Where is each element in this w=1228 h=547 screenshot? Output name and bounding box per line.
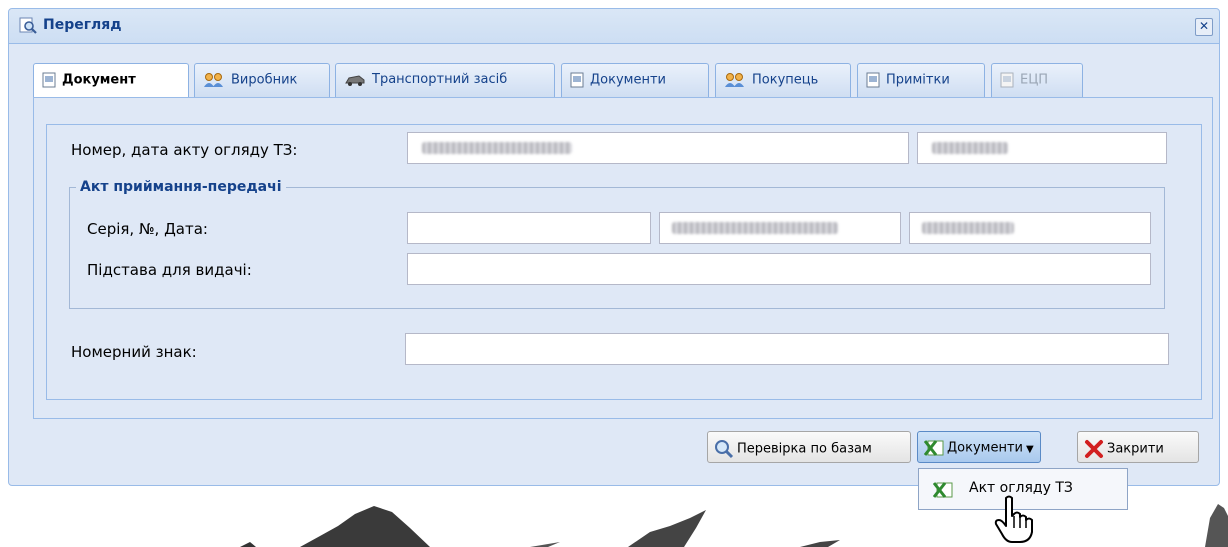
car-icon	[345, 74, 365, 86]
magnifier-icon	[715, 440, 734, 459]
act-date-field[interactable]	[909, 212, 1151, 244]
inspection-act-date-field[interactable]	[917, 132, 1167, 164]
tab-manufacturer[interactable]: Виробник	[194, 63, 330, 97]
users-icon	[725, 73, 744, 87]
document-icon	[1000, 72, 1014, 88]
background-image-fragment	[240, 504, 1228, 547]
check-databases-button[interactable]: Перевірка по базам	[707, 431, 911, 463]
close-window-button[interactable]: ✕	[1195, 18, 1213, 36]
acceptance-transfer-group: Акт приймання-передачі	[69, 179, 1165, 309]
magnifier-icon	[19, 17, 37, 34]
tab-label: Примітки	[886, 72, 950, 88]
tab-documents[interactable]: Документи	[561, 63, 709, 97]
tab-label: Виробник	[231, 72, 298, 88]
tab-label: Покупець	[752, 72, 819, 88]
issuance-basis-label: Підстава для видачі:	[87, 261, 252, 279]
tab-label: Документ	[62, 72, 136, 88]
tab-document[interactable]: Документ	[33, 63, 189, 98]
document-icon	[866, 72, 880, 88]
document-icon	[42, 72, 56, 88]
tab-label: Транспортний засіб	[372, 72, 508, 87]
chevron-down-icon: ▼	[1025, 443, 1034, 455]
license-plate-field[interactable]	[405, 333, 1169, 365]
tab-label: Документи	[590, 72, 666, 88]
users-icon	[204, 73, 223, 87]
check-databases-label: Перевірка по базам	[737, 441, 872, 457]
tab-signature[interactable]: ЕЦП	[991, 63, 1083, 97]
tab-notes[interactable]: Примітки	[857, 63, 985, 97]
window-title: Перегляд	[43, 17, 122, 33]
inspection-act-label: Номер, дата акту огляду ТЗ:	[71, 141, 298, 159]
issuance-basis-field[interactable]	[407, 253, 1151, 285]
excel-icon	[923, 440, 944, 456]
license-plate-label: Номерний знак:	[71, 343, 197, 361]
tab-label: ЕЦП	[1020, 72, 1049, 88]
series-field[interactable]	[407, 212, 651, 244]
series-number-date-label: Серія, №, Дата:	[87, 220, 208, 238]
close-icon	[1085, 440, 1103, 458]
document-icon	[570, 72, 584, 88]
window-titlebar[interactable]: Перегляд ✕	[9, 9, 1219, 44]
inspection-act-number-field[interactable]	[407, 132, 909, 164]
close-label: Закрити	[1107, 441, 1164, 457]
documents-label: Документи	[947, 440, 1023, 456]
act-number-field[interactable]	[659, 212, 901, 244]
view-window: Перегляд ✕ Документ Виробник Транспортни…	[8, 8, 1220, 486]
documents-menu-button[interactable]: Документи ▼	[917, 431, 1041, 463]
tab-vehicle[interactable]: Транспортний засіб	[335, 63, 555, 97]
group-legend: Акт приймання-передачі	[80, 179, 282, 195]
tab-buyer[interactable]: Покупець	[715, 63, 851, 97]
close-button[interactable]: Закрити	[1077, 431, 1199, 463]
